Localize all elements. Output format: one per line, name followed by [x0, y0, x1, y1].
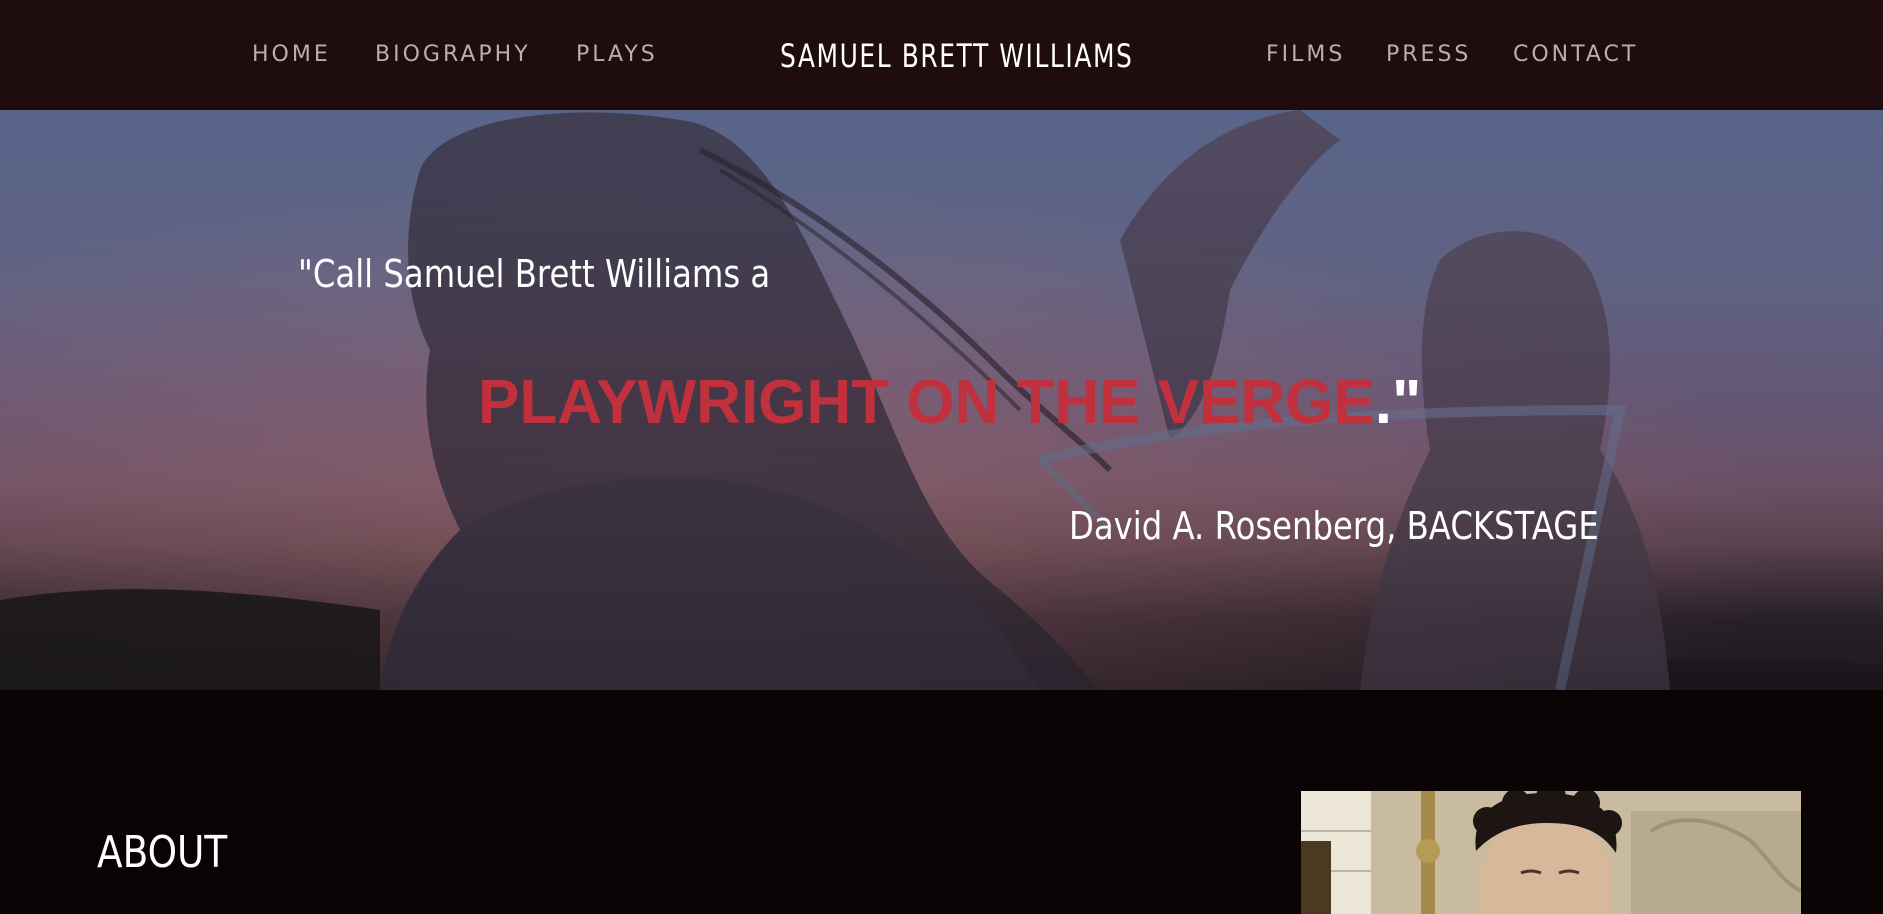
- author-portrait: [1301, 791, 1801, 914]
- about-heading: ABOUT: [97, 827, 228, 878]
- site-header: HOME BIOGRAPHY PLAYS SAMUEL BRETT WILLIA…: [0, 0, 1883, 110]
- nav-home[interactable]: HOME: [252, 40, 331, 70]
- site-title[interactable]: SAMUEL BRETT WILLIAMS: [780, 36, 1133, 76]
- nav-plays[interactable]: PLAYS: [576, 40, 658, 70]
- hero-banner: "Call Samuel Brett Williams a PLAYWRIGHT…: [0, 110, 1883, 690]
- nav-contact[interactable]: CONTACT: [1513, 40, 1638, 70]
- hero-headline-closing: .": [1374, 368, 1422, 437]
- portrait-image: [1301, 791, 1801, 914]
- hero-quote-intro: "Call Samuel Brett Williams a: [298, 252, 771, 296]
- hero-attribution: David A. Rosenberg, BACKSTAGE: [1069, 504, 1599, 548]
- hero-headline-text: PLAYWRIGHT ON THE VERGE: [478, 368, 1375, 437]
- nav-biography[interactable]: BIOGRAPHY: [375, 40, 531, 70]
- hero-headline: PLAYWRIGHT ON THE VERGE.": [478, 366, 1421, 440]
- nav-films[interactable]: FILMS: [1266, 40, 1345, 70]
- nav-press[interactable]: PRESS: [1386, 40, 1471, 70]
